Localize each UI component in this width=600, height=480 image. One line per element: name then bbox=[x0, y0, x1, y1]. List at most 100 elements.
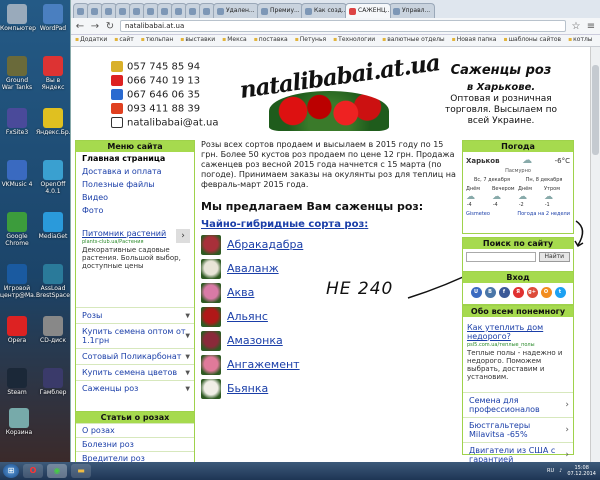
right-link-item[interactable]: Двигатели из США с гарантией › bbox=[463, 442, 573, 462]
rose-link[interactable]: Ангажемент bbox=[227, 358, 300, 371]
menu-item[interactable]: Главная страница bbox=[76, 152, 194, 165]
article-link[interactable]: Вредители роз bbox=[76, 451, 194, 462]
bookmark-item[interactable]: Новая папка bbox=[452, 36, 497, 45]
chrome-taskbar-icon[interactable]: ◉ bbox=[47, 464, 67, 478]
lang-indicator[interactable]: RU bbox=[547, 468, 554, 474]
clock[interactable]: 15:08 07.12.2014 bbox=[567, 465, 596, 477]
forward-icon[interactable]: → bbox=[90, 21, 100, 32]
desktop-icon-1[interactable]: WordPad bbox=[36, 4, 70, 32]
social-login-icon[interactable]: f bbox=[498, 287, 510, 298]
rose-thumbnail[interactable] bbox=[201, 282, 221, 303]
right-link-label[interactable]: Семена для профессионалов bbox=[469, 396, 540, 414]
phone-number[interactable]: 067 646 06 35 bbox=[127, 90, 200, 101]
desktop-icon-4[interactable]: FxSite3 bbox=[0, 108, 34, 136]
reload-icon[interactable]: ↻ bbox=[105, 21, 115, 32]
rose-thumbnail[interactable] bbox=[201, 234, 221, 255]
desktop-icon-10[interactable]: Игровой центр@Ma... bbox=[0, 264, 40, 299]
desktop-icon-8[interactable]: Google Chrome bbox=[0, 212, 34, 247]
site-logo[interactable]: natalibabai.at.ua bbox=[238, 49, 441, 133]
rose-thumbnail[interactable] bbox=[201, 306, 221, 327]
desktop-icon-6[interactable]: VKMusic 4 bbox=[0, 160, 34, 188]
category-label[interactable]: Купить семена оптом от 1.1грн bbox=[82, 327, 186, 345]
folder-taskbar-icon[interactable]: ▬ bbox=[71, 464, 91, 478]
bookmark-item[interactable]: поставка bbox=[254, 36, 288, 45]
desktop-icon-2[interactable]: Ground War Tanks bbox=[0, 56, 34, 91]
bookmark-item[interactable]: котлы bbox=[568, 36, 592, 45]
search-input[interactable] bbox=[466, 252, 536, 262]
desktop-icon-11[interactable]: AssLoad BrestSpace... bbox=[36, 264, 76, 299]
page-scrollbar[interactable] bbox=[590, 47, 600, 462]
opera-taskbar-icon[interactable]: O bbox=[23, 464, 43, 478]
search-button[interactable]: Найти bbox=[538, 252, 570, 262]
category-label[interactable]: Саженцы роз bbox=[82, 384, 138, 393]
bookmark-item[interactable]: сайт bbox=[114, 36, 133, 45]
phone-number[interactable]: 057 745 85 94 bbox=[127, 62, 200, 73]
category-item[interactable]: Купить семена оптом от 1.1грн ▼ bbox=[76, 323, 194, 348]
bookmark-item[interactable]: Технологии bbox=[333, 36, 375, 45]
rose-thumbnail[interactable] bbox=[201, 354, 221, 375]
desktop-icon-3[interactable]: Вы в Яндекс bbox=[36, 56, 70, 91]
tab-14[interactable]: Управл... bbox=[389, 3, 435, 18]
desktop-icon-5[interactable]: Яндекс.Бр... bbox=[36, 108, 74, 136]
bookmark-item[interactable]: Додатки bbox=[75, 36, 107, 45]
category-item[interactable]: Сотовый Поликарбонат ▼ bbox=[76, 348, 194, 364]
category-label[interactable]: Купить семена цветов bbox=[82, 368, 177, 377]
rose-item[interactable]: Абракадабра bbox=[201, 233, 458, 256]
menu-item[interactable]: Доставка и оплата bbox=[76, 165, 194, 178]
desktop-icon-9[interactable]: MediaGet bbox=[36, 212, 70, 240]
bookmark-star-icon[interactable]: ☆ bbox=[571, 21, 581, 32]
menu-item[interactable]: Видео bbox=[76, 191, 194, 204]
desktop-icon-13[interactable]: CD-диск bbox=[36, 316, 70, 344]
gismeteo-link[interactable]: Gismeteo bbox=[466, 211, 490, 217]
social-login-icon[interactable]: U bbox=[470, 287, 482, 298]
scrollbar-thumb[interactable] bbox=[592, 65, 599, 155]
tea-hybrid-link[interactable]: Чайно-гибридные сорта роз bbox=[201, 219, 364, 230]
right-ad-title[interactable]: Как утеплить дом недорого? bbox=[467, 323, 571, 341]
tab-11[interactable]: Премиу... bbox=[257, 3, 303, 18]
right-link-label[interactable]: Двигатели из США с гарантией bbox=[469, 446, 555, 462]
article-link[interactable]: Болезни роз bbox=[76, 437, 194, 451]
phone-number[interactable]: 093 411 88 39 bbox=[127, 104, 200, 115]
menu-item[interactable]: Фото bbox=[76, 204, 194, 217]
rose-item[interactable]: Ангажемент bbox=[201, 353, 458, 376]
email-text[interactable]: natalibabai@at.ua bbox=[127, 118, 219, 129]
rose-link[interactable]: Аква bbox=[227, 286, 254, 299]
article-link[interactable]: О розах bbox=[76, 423, 194, 437]
bookmark-item[interactable]: шаблоны сайтов bbox=[503, 36, 562, 45]
tab-13[interactable]: САЖЕНЦ... bbox=[345, 3, 391, 18]
phone-number[interactable]: 066 740 19 13 bbox=[127, 76, 200, 87]
social-login-icon[interactable]: Я bbox=[512, 287, 524, 298]
rose-thumbnail[interactable] bbox=[201, 330, 221, 351]
social-login-icon[interactable]: g+ bbox=[526, 287, 538, 298]
bookmark-item[interactable]: тюльпан bbox=[141, 36, 173, 45]
right-link-item[interactable]: Бюстгальтеры Milavitsa -65% › bbox=[463, 417, 573, 442]
right-link-label[interactable]: Бюстгальтеры Milavitsa -65% bbox=[469, 421, 530, 439]
social-login-icon[interactable]: B bbox=[484, 287, 496, 298]
desktop-icon-12[interactable]: Opera bbox=[0, 316, 34, 344]
tab-12[interactable]: Как созд... bbox=[301, 3, 347, 18]
bookmark-item[interactable]: выставки bbox=[180, 36, 215, 45]
rose-link[interactable]: Амазонка bbox=[227, 334, 283, 347]
rose-link[interactable]: Альянс bbox=[227, 310, 268, 323]
category-item[interactable]: Саженцы роз ▼ bbox=[76, 380, 194, 396]
menu-item[interactable]: Полезные файлы bbox=[76, 178, 194, 191]
start-button[interactable]: ⊞ bbox=[3, 464, 19, 478]
ad-arrow-icon[interactable]: › bbox=[176, 229, 190, 243]
volume-icon[interactable]: ♪ bbox=[559, 468, 562, 474]
category-item[interactable]: Купить семена цветов ▼ bbox=[76, 364, 194, 380]
url-field[interactable]: natalibabai.at.ua bbox=[120, 20, 566, 32]
tab-10[interactable]: Удален... bbox=[213, 3, 259, 18]
desktop-icon-7[interactable]: OpenOff 4.0.1 bbox=[36, 160, 70, 195]
category-label[interactable]: Сотовый Поликарбонат bbox=[82, 352, 181, 361]
desktop-icon-16[interactable]: Корзина bbox=[2, 408, 36, 436]
back-icon[interactable]: ← bbox=[75, 21, 85, 32]
right-link-item[interactable]: Семена для профессионалов › bbox=[463, 392, 573, 417]
rose-item[interactable]: Бьянка bbox=[201, 377, 458, 400]
category-label[interactable]: Розы bbox=[82, 311, 102, 320]
right-ad[interactable]: Как утеплить дом недорого? psl5.com.ua/т… bbox=[467, 323, 571, 381]
rose-item[interactable]: Амазонка bbox=[201, 329, 458, 352]
two-weeks-link[interactable]: Погода на 2 недели bbox=[517, 211, 570, 217]
desktop-icon-0[interactable]: Компьютер bbox=[0, 4, 36, 32]
rose-link[interactable]: Аваланж bbox=[227, 262, 279, 275]
menu-icon[interactable]: ≡ bbox=[586, 21, 596, 32]
